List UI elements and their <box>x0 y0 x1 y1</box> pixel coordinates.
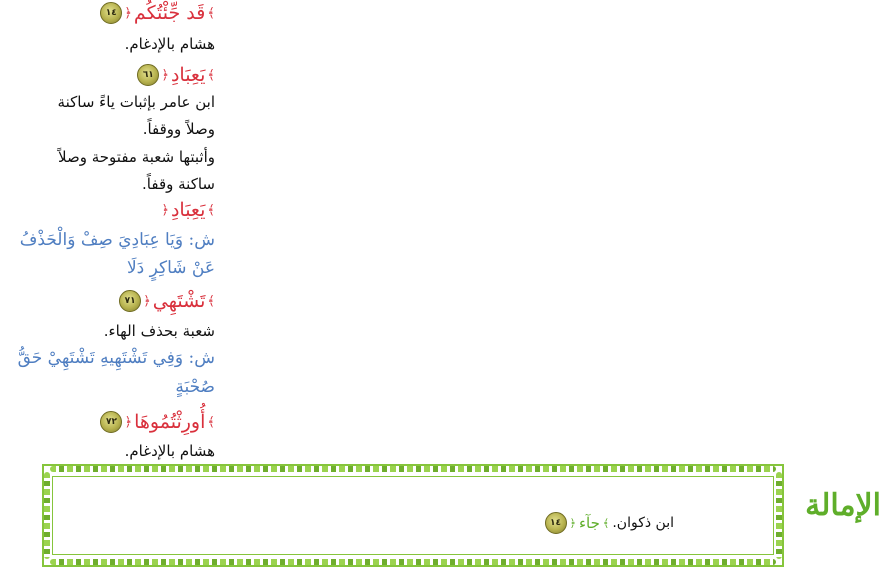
verse-number-badge: ٧٢ <box>100 411 123 433</box>
reading-note: ابن عامر بإثبات ياءً ساكنة <box>57 93 215 111</box>
ornament-open-icon: ﴿ <box>161 202 169 218</box>
reading-note: هشام بالإدغام. <box>124 442 215 460</box>
entry-header: ١٤ ﴿ قَد جِّئْتُكُم ﴾ <box>100 2 215 24</box>
quran-word: أُورِثْتُمُوهَا <box>134 411 206 433</box>
ornament-close-icon: ﴾ <box>207 414 215 430</box>
shatibiyya-verse: ش: وَفِي تَشْتَهِيهِ تَشْتَهِيْ حَقُّ <box>17 348 215 368</box>
ornament-close-icon: ﴾ <box>207 202 215 218</box>
entry-header: ٧٢ ﴿ أُورِثْتُمُوهَا ﴾ <box>100 411 215 433</box>
ornament-close-icon: ﴾ <box>602 516 610 530</box>
quran-word: قَد جِّئْتُكُم <box>133 2 206 24</box>
verse-number-badge: ١٤ <box>100 2 123 24</box>
ornament-close-icon: ﴾ <box>207 67 215 83</box>
reading-note: ساكنة وقفاً. <box>142 175 215 193</box>
quran-word: يَعِبَادِ <box>170 199 206 221</box>
shatibiyya-verse: ش: وَيَا عِبَادِيَ صِفْ وَالْحَذْفُ <box>19 230 215 250</box>
ornament-open-icon: ﴿ <box>124 5 132 21</box>
vine-ornament-top <box>50 466 776 472</box>
verse-number-badge: ٧١ <box>119 290 142 312</box>
vine-ornament-right <box>776 472 782 559</box>
vine-ornament-left <box>44 472 50 559</box>
reading-note: ابن ذكوان. <box>612 515 674 531</box>
reading-note: شعبة بحذف الهاء. <box>103 322 215 340</box>
ornament-close-icon: ﴾ <box>207 293 215 309</box>
imala-frame: ١٤ ﴿ جآء ﴾ ابن ذكوان. <box>42 464 784 567</box>
verse-number-badge: ٦١ <box>137 64 160 86</box>
reading-note: هشام بالإدغام. <box>124 35 215 53</box>
shatibiyya-verse: عَنْ شَاكِرٍ دَلَا <box>126 258 215 278</box>
entry-header: ٧١ ﴿ تَشْتَهِي ﴾ <box>119 290 215 312</box>
quran-word: تَشْتَهِي <box>152 290 206 312</box>
ornament-close-icon: ﴾ <box>207 5 215 21</box>
ornament-open-icon: ﴿ <box>569 516 576 530</box>
verse-number-badge: ١٤ <box>544 512 567 534</box>
quran-word: يَعِبَادِ <box>170 64 206 86</box>
ornament-open-icon: ﴿ <box>161 67 169 83</box>
entry-header: ﴿ يَعِبَادِ ﴾ <box>161 199 215 221</box>
entry-header: ٦١ ﴿ يَعِبَادِ ﴾ <box>137 64 215 86</box>
ornament-open-icon: ﴿ <box>124 414 133 430</box>
section-title: الإمالة <box>805 488 881 523</box>
shatibiyya-verse: صُحْبَةٍ <box>175 377 215 397</box>
ornament-open-icon: ﴿ <box>143 293 151 309</box>
imala-entry: ١٤ ﴿ جآء ﴾ ابن ذكوان. <box>544 512 674 534</box>
reading-note: وصلاً ووقفاً. <box>142 120 215 138</box>
vine-ornament-bottom <box>50 559 776 565</box>
reading-note: وأثبتها شعبة مفتوحة وصلاً <box>58 148 215 166</box>
quran-word: جآء <box>578 514 600 532</box>
